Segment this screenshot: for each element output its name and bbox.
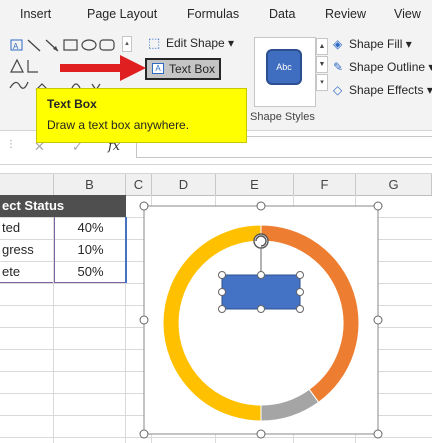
- chart-overlay: [139, 201, 383, 439]
- rotate-handle-icon[interactable]: [253, 233, 269, 249]
- inserted-text-box[interactable]: [221, 274, 301, 310]
